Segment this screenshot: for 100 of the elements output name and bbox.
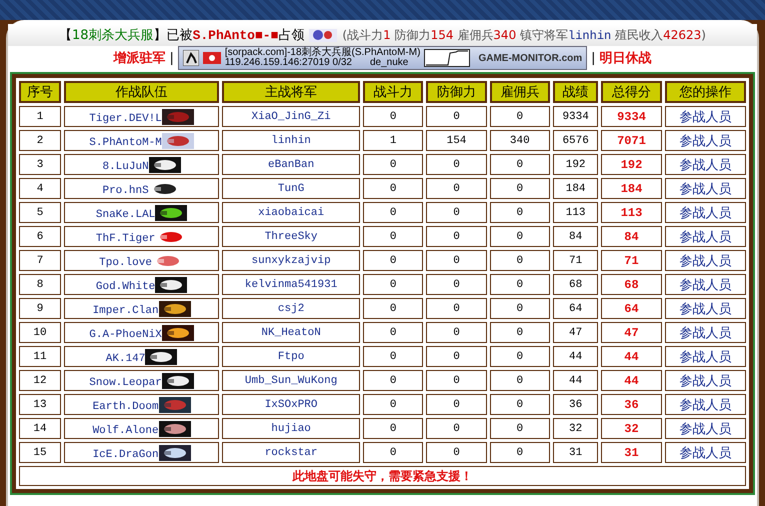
team-name: Earth.Doom [92,400,159,412]
table-cell: 31 [601,442,662,463]
table-cell: 64 [552,298,598,319]
table-cell: 9 [19,298,62,319]
map-name: de_nuke [370,58,408,68]
table-cell: IxSOxPRO [222,394,360,415]
table-cell: 0 [490,394,550,415]
table-cell: XiaO_JinG_Zi [222,106,360,127]
table-cell: 0 [490,106,550,127]
table-cell: 13 [19,394,62,415]
table-cell: 0 [490,274,550,295]
table-cell: 0 [426,106,487,127]
team-name: G.A-PhoeNiX [89,328,162,340]
server-name: [sorpack.com]-18刺杀大兵服(S.PhAntoM-M) [224,48,420,58]
column-header: 主战将军 [222,81,360,103]
table-cell: ThreeSky [222,226,360,247]
table-cell: 36 [552,394,598,415]
emblem-icon [308,27,338,43]
table-cell: 7 [19,250,62,271]
logo-icon [155,276,188,292]
warning-text: 此地盘可能失守，需要紧急支援！ [19,466,746,486]
table-cell: 0 [490,322,550,343]
table-cell: 0 [426,202,487,223]
table-cell: 6 [19,226,62,247]
table-cell: 0 [363,370,424,391]
table-cell: 44 [601,370,662,391]
table-cell: 14 [19,418,62,439]
table-cell: 8 [19,274,62,295]
table-cell: 0 [363,250,424,271]
table-cell: 0 [426,226,487,247]
table-cell: 3 [19,154,62,175]
column-header: 总得分 [601,81,662,103]
table-cell: 154 [426,130,487,151]
table-cell: csj2 [222,298,360,319]
column-header: 您的操作 [664,81,746,103]
table-cell: 9334 [552,106,598,127]
table-cell: 184 [552,178,598,199]
territory-status: 【18刺杀大兵服】已被S.PhAnto■-■占领 [59,27,304,44]
table-cell: 0 [363,322,424,343]
table-cell: 0 [490,442,550,463]
table-cell: 68 [552,274,598,295]
table-cell: 0 [363,298,424,319]
team-name: Imper.Clan [92,304,159,316]
table-cell: 0 [426,346,487,367]
table-cell: 7071 [601,130,662,151]
table-cell: hujiao [222,418,360,439]
column-header: 防御力 [426,81,487,103]
table-cell: Umb_Sun_WuKong [222,370,360,391]
team-name: Pro.hnS [102,184,149,196]
column-header: 战绩 [552,81,598,103]
table-cell: 0 [490,250,550,271]
team-name: Tiger.DEV!L [89,112,162,124]
table-cell: 44 [601,346,662,367]
table-cell: sunxykzajvip [222,250,360,271]
team-name: IcE.DraGon [92,448,159,460]
table-cell: 0 [426,250,487,271]
column-header: 雇佣兵 [490,81,550,103]
logo-icon [145,348,178,364]
table-cell: 84 [601,226,662,247]
table-cell: 5 [19,202,62,223]
logo-icon [162,108,194,124]
table-cell: 0 [363,178,424,199]
table-cell: 68 [601,274,662,295]
table-cell: 0 [426,370,487,391]
server-banner[interactable]: [sorpack.com]-18刺杀大兵服(S.PhAntoM-M) 119.246.159.146:27019 0/32 de_nuke GAME-MONITOR.com [178,46,588,70]
table-cell: 184 [601,178,662,199]
table-cell: NK_HeatoN [222,322,360,343]
table-cell: 0 [426,442,487,463]
team-name: ThF.Tiger [96,232,156,244]
table-cell: 0 [363,442,424,463]
table-cell: linhin [222,130,360,151]
column-header: 战斗力 [363,81,424,103]
logo-icon [162,324,194,340]
table-cell: 0 [426,274,487,295]
table-cell: 84 [552,226,598,247]
team-name: SnaKe.LAL [96,208,156,220]
server-address: 119.246.159.146:27019 0/32 [224,58,352,68]
reinforce-link[interactable]: 增派驻军 [113,49,166,67]
table-cell: 11 [19,346,62,367]
table-cell: 44 [552,370,598,391]
table-cell: 32 [552,418,598,439]
truce-link[interactable]: 明日休战 [600,49,652,67]
player-graph [424,49,470,67]
table-cell: 71 [552,250,598,271]
team-name: 8.LuJuN [102,160,149,172]
team-name: Tpo.love [99,256,152,268]
table-cell: 0 [363,226,424,247]
table-cell: 113 [601,202,662,223]
table-cell: 1 [19,106,62,127]
table-cell: 0 [490,418,550,439]
logo-icon [162,132,194,148]
table-cell: kelvinma541931 [222,274,360,295]
table-cell: 31 [552,442,598,463]
table-cell: 0 [426,298,487,319]
table-cell: rockstar [222,442,360,463]
table-cell: 340 [490,130,550,151]
logo-icon [148,156,181,172]
table-cell: 0 [490,202,550,223]
table-cell: 71 [601,250,662,271]
table-cell: 0 [490,346,550,367]
